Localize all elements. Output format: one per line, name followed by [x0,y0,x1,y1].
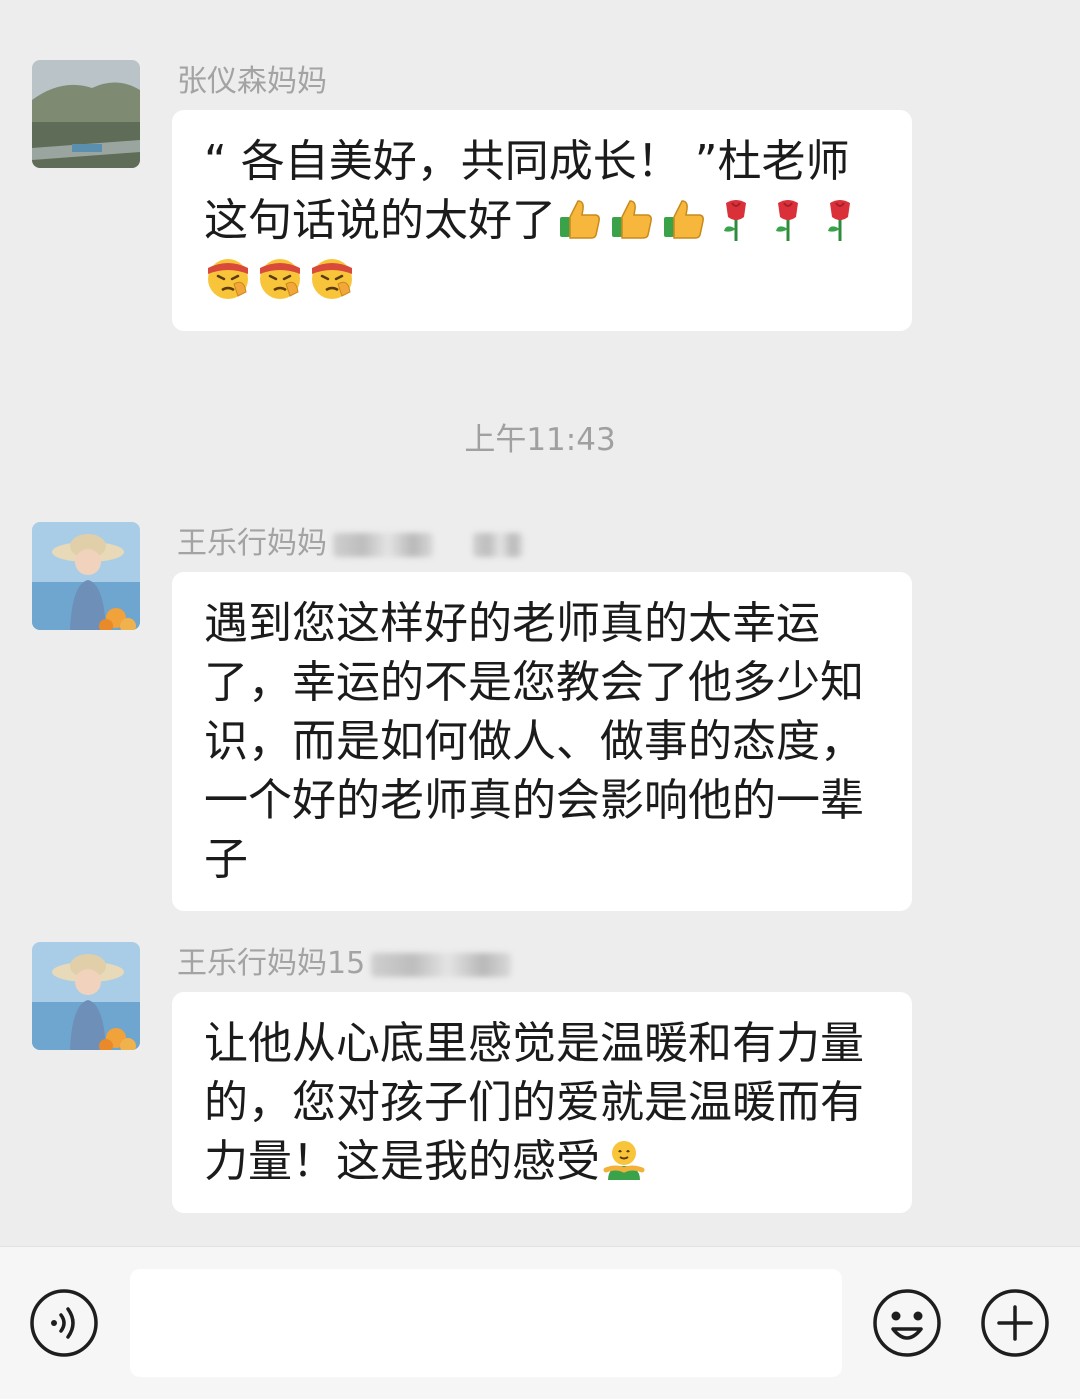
plus-icon[interactable] [979,1287,1051,1359]
avatar[interactable] [32,942,140,1050]
redacted-text [473,532,523,557]
emoji-row [600,1136,652,1187]
input-bar [0,1246,1080,1399]
emoji-row [556,195,868,246]
smile-icon[interactable] [871,1287,943,1359]
message-line: 遇到您这样好的老师真的太幸运 [204,598,820,649]
salute-face-emoji [308,254,356,302]
emoji-row [204,250,884,309]
redacted-text [371,952,512,977]
message-line: 识，而是如何做人、做事的态度， [204,716,864,767]
rose-emoji [816,195,864,243]
message-line: 子 [204,834,248,885]
sender-name: 王乐行妈妈 [177,524,523,564]
thumbs-up-emoji [608,195,656,243]
message-line: 力量！这是我的感受 [204,1132,884,1191]
message-line: 的，您对孩子们的爱就是温暖而有 [204,1077,864,1128]
redacted-text [333,532,433,557]
rose-emoji [764,195,812,243]
timestamp: 上午11:43 [464,422,616,458]
hug-emoji [600,1136,648,1184]
sender-name: 王乐行妈妈15 [177,944,512,984]
thumbs-up-emoji [660,195,708,243]
message-line: 了，幸运的不是您教会了他多少知 [204,657,864,708]
sender-name: 张仪森妈妈 [177,64,327,99]
message-bubble[interactable]: 让他从心底里感觉是温暖和有力量 的，您对孩子们的爱就是温暖而有 力量！这是我的感… [172,992,912,1213]
thumbs-up-emoji [556,195,604,243]
salute-face-emoji [256,254,304,302]
message-line: 让他从心底里感觉是温暖和有力量 [204,1018,864,1069]
message-bubble[interactable]: 遇到您这样好的老师真的太幸运 了，幸运的不是您教会了他多少知 识，而是如何做人、… [172,572,912,911]
voice-icon[interactable] [28,1287,100,1359]
message-input[interactable] [130,1269,842,1377]
message-line: “ 各自美好，共同成长！ ”杜老师 [204,136,850,187]
message-bubble[interactable]: “ 各自美好，共同成长！ ”杜老师 这句话说的太好了 [172,110,912,331]
avatar[interactable] [32,60,140,168]
salute-face-emoji [204,254,252,302]
message-line: 一个好的老师真的会影响他的一辈 [204,775,864,826]
message-line: 这句话说的太好了 [204,191,884,250]
rose-emoji [712,195,760,243]
avatar[interactable] [32,522,140,630]
